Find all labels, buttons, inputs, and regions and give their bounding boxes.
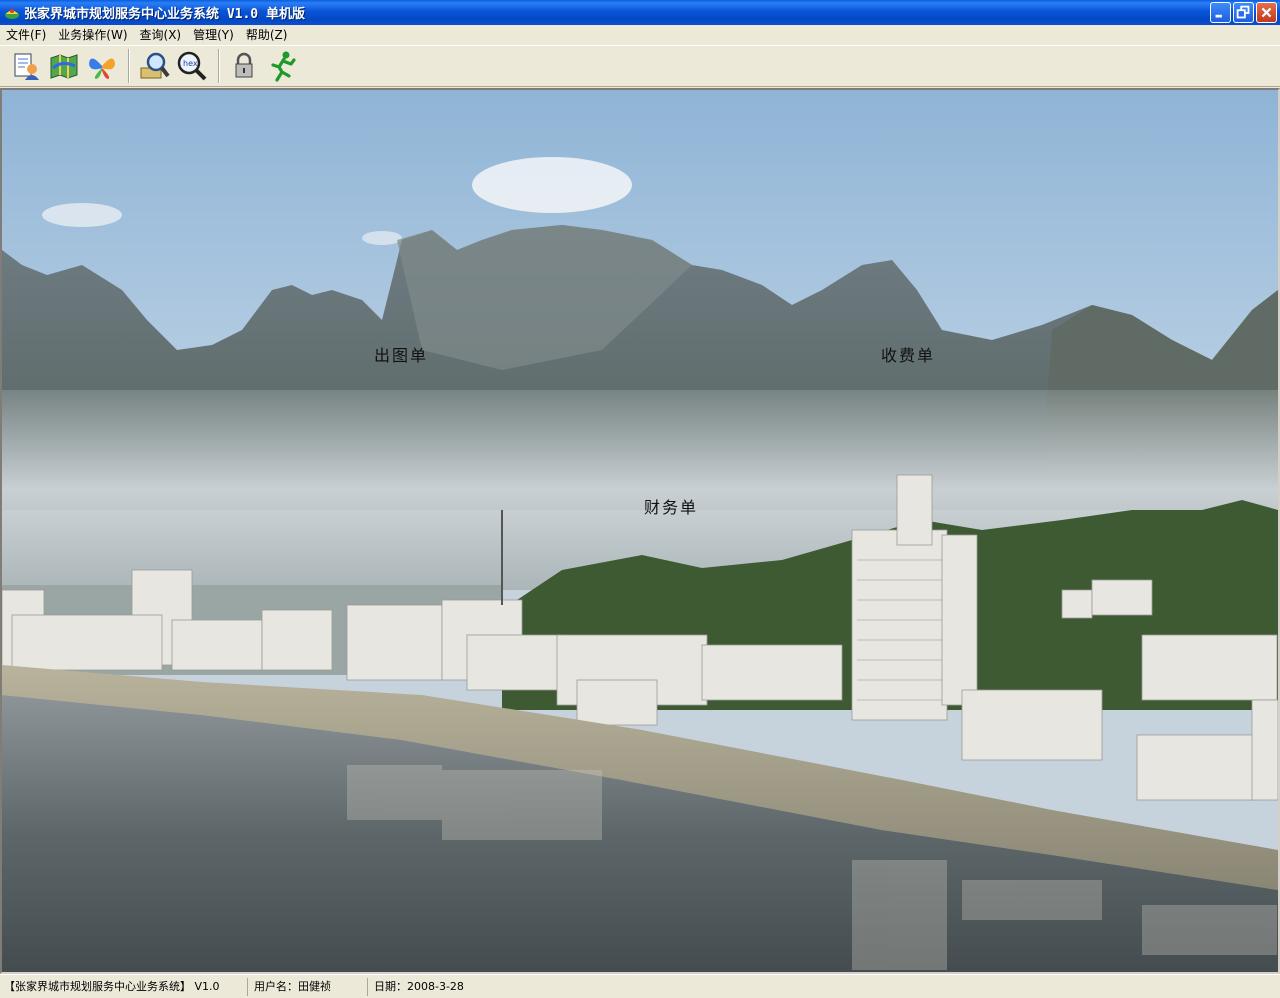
hex-search-button[interactable]: hex: [174, 48, 210, 84]
restore-button[interactable]: [1233, 2, 1254, 23]
main-background-image: 出图单 收费单 财务单: [0, 88, 1280, 974]
svg-text:hex: hex: [183, 59, 198, 68]
menu-query[interactable]: 查询(X): [134, 25, 188, 45]
status-app-name: 【张家界城市规划服务中心业务系统】 V1.0: [0, 977, 248, 996]
hex-search-icon: hex: [177, 51, 207, 81]
landscape-photo: [2, 90, 1278, 972]
caiwu-form-link[interactable]: 财务单: [644, 494, 698, 518]
exit-button[interactable]: [264, 48, 300, 84]
document-user-icon: [14, 53, 39, 80]
shoufei-form-link[interactable]: 收费单: [881, 342, 935, 366]
magnify-search-icon: [140, 52, 170, 79]
butterfly-button[interactable]: [84, 48, 120, 84]
menu-file[interactable]: 文件(F): [0, 25, 52, 45]
chutu-form-link[interactable]: 出图单: [374, 342, 428, 366]
lock-icon: [235, 52, 253, 78]
toolbar-separator: [218, 49, 220, 83]
document-user-button[interactable]: [8, 48, 44, 84]
toolbar: hex: [0, 45, 1280, 87]
menu-business[interactable]: 业务操作(W): [52, 25, 133, 45]
butterfly-icon: [89, 58, 115, 79]
lock-button[interactable]: [226, 48, 262, 84]
app-logo-icon: [4, 5, 20, 21]
minimize-button[interactable]: [1210, 2, 1231, 23]
menu-manage[interactable]: 管理(Y): [187, 25, 240, 45]
close-button[interactable]: [1256, 2, 1277, 23]
menu-bar: 文件(F) 业务操作(W) 查询(X) 管理(Y) 帮助(Z): [0, 25, 1280, 45]
running-man-icon: [271, 51, 296, 82]
search-button[interactable]: [136, 48, 172, 84]
map-icon: [50, 54, 78, 79]
status-date: 日期：2008-3-28: [374, 979, 464, 993]
close-icon: [1261, 7, 1272, 18]
restore-icon: [1236, 5, 1250, 19]
map-button[interactable]: [46, 48, 82, 84]
menu-help[interactable]: 帮助(Z): [240, 25, 294, 45]
minimize-icon: [1215, 14, 1222, 18]
window-title: 张家界城市规划服务中心业务系统 V1.0 单机版: [24, 7, 305, 22]
status-bar: 【张家界城市规划服务中心业务系统】 V1.0 用户名：田健祯 日期：2008-3…: [0, 974, 1280, 998]
title-bar[interactable]: 张家界城市规划服务中心业务系统 V1.0 单机版: [0, 0, 1280, 25]
status-user: 用户名：田健祯: [248, 977, 368, 996]
app-window: 张家界城市规划服务中心业务系统 V1.0 单机版 文件(F) 业务操作(W) 查…: [0, 0, 1280, 998]
toolbar-separator: [128, 49, 130, 83]
